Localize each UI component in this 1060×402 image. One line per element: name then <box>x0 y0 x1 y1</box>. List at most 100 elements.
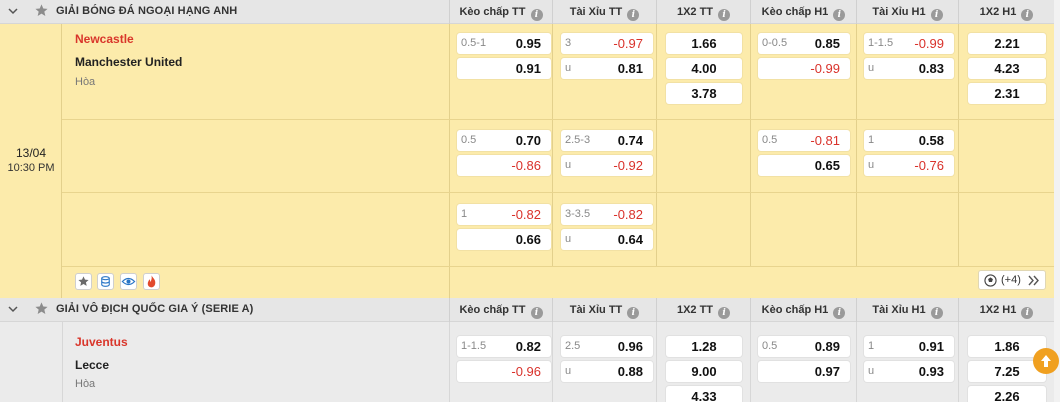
odds-1x2-tt[interactable]: 1.66 <box>666 33 742 54</box>
more-markets-count: (+4) <box>1001 274 1021 286</box>
odds-value: 4.23 <box>994 61 1020 76</box>
odds-hc-tt-home[interactable]: 1 -0.82 <box>457 204 551 225</box>
league-name: GIẢI BÓNG ĐÁ NGOẠI HẠNG ANH <box>56 5 238 17</box>
info-icon[interactable]: i <box>833 9 846 21</box>
odds-value: 2.31 <box>994 86 1020 101</box>
odds-ou-h1-under[interactable]: u 0.93 <box>864 361 954 382</box>
odds-ou-h1-under[interactable]: u -0.76 <box>864 155 954 176</box>
odds-value: 0.88 <box>617 364 643 379</box>
chevron-down-icon[interactable] <box>6 4 20 18</box>
odds-1x2-h1[interactable]: 2.31 <box>968 83 1046 104</box>
odds-value: -0.96 <box>511 364 541 379</box>
odds-hc-tt-away[interactable]: 0.91 <box>457 58 551 79</box>
odds-value: -0.76 <box>914 158 944 173</box>
info-icon[interactable]: i <box>530 307 543 319</box>
odds-ou-tt-under[interactable]: u 0.81 <box>561 58 653 79</box>
info-icon[interactable]: i <box>718 9 731 21</box>
odds-value: -0.99 <box>810 61 840 76</box>
more-markets-button[interactable]: (+4) <box>978 270 1046 290</box>
odds-line: 0.5 <box>461 134 477 146</box>
league-name: GIẢI VÔ ĐỊCH QUỐC GIA Ý (SERIE A) <box>56 303 254 315</box>
col-header-1x2-tt: 1X2 TT i <box>656 298 750 322</box>
draw-label: Hòa <box>75 76 96 88</box>
odds-hc-h1-home[interactable]: 0.5 0.89 <box>758 336 850 357</box>
odds-line: u <box>565 365 572 377</box>
odds-ou-tt-under[interactable]: u 0.88 <box>561 361 653 382</box>
watch-button[interactable] <box>120 273 137 290</box>
scroll-to-top-button[interactable] <box>1033 348 1059 374</box>
odds-line: 1-1.5 <box>868 37 894 49</box>
odds-value: 0.64 <box>617 232 643 247</box>
away-team[interactable]: Manchester United <box>75 55 182 69</box>
odds-1x2-tt[interactable]: 9.00 <box>666 361 742 382</box>
home-team[interactable]: Newcastle <box>75 32 134 46</box>
odds-hc-tt-home[interactable]: 1-1.5 0.82 <box>457 336 551 357</box>
double-chevron-right-icon <box>1028 275 1039 286</box>
col-header-hc-h1: Kèo chấp H1 i <box>750 298 856 322</box>
match-date: 13/04 <box>15 146 47 160</box>
stats-icon <box>101 276 110 287</box>
odds-line: 0.5 <box>762 340 778 352</box>
odds-hc-tt-home[interactable]: 0.5-1 0.95 <box>457 33 551 54</box>
chevron-down-icon[interactable] <box>6 302 20 316</box>
info-icon[interactable]: i <box>1021 307 1034 319</box>
odds-hc-tt-away[interactable]: 0.66 <box>457 229 551 250</box>
odds-ou-tt-over[interactable]: 3-3.5 -0.82 <box>561 204 653 225</box>
info-icon[interactable]: i <box>930 307 943 319</box>
odds-ou-tt-under[interactable]: u 0.64 <box>561 229 653 250</box>
odds-line: 2.5 <box>565 340 581 352</box>
arrow-up-icon <box>1041 355 1051 367</box>
odds-ou-tt-over[interactable]: 3 -0.97 <box>561 33 653 54</box>
odds-hc-tt-away[interactable]: -0.86 <box>457 155 551 176</box>
odds-ou-h1-over[interactable]: 1 0.91 <box>864 336 954 357</box>
odds-value: 0.74 <box>617 133 643 148</box>
odds-1x2-tt[interactable]: 4.33 <box>666 386 742 402</box>
odds-hc-tt-away[interactable]: -0.96 <box>457 361 551 382</box>
odds-hc-tt-home[interactable]: 0.5 0.70 <box>457 130 551 151</box>
odds-ou-tt-under[interactable]: u -0.92 <box>561 155 653 176</box>
info-icon[interactable]: i <box>930 9 943 21</box>
odds-value: 0.66 <box>515 232 541 247</box>
odds-value: 0.95 <box>515 36 541 51</box>
odds-value: -0.82 <box>613 207 643 222</box>
hot-button[interactable] <box>143 273 160 290</box>
odds-1x2-h1[interactable]: 2.26 <box>968 386 1046 402</box>
odds-1x2-tt[interactable]: 4.00 <box>666 58 742 79</box>
odds-hc-h1-away[interactable]: 0.97 <box>758 361 850 382</box>
star-icon <box>78 276 89 286</box>
info-icon[interactable]: i <box>833 307 846 319</box>
info-icon[interactable]: i <box>627 307 640 319</box>
info-icon[interactable]: i <box>1021 9 1034 21</box>
odds-hc-h1-home[interactable]: 0.5 -0.81 <box>758 130 850 151</box>
odds-ou-tt-over[interactable]: 2.5-3 0.74 <box>561 130 653 151</box>
odds-1x2-h1[interactable]: 2.21 <box>968 33 1046 54</box>
info-icon[interactable]: i <box>530 9 543 21</box>
league-header-serie-a[interactable]: GIẢI VÔ ĐỊCH QUỐC GIA Ý (SERIE A) Kèo ch… <box>0 298 1060 322</box>
info-icon[interactable]: i <box>627 9 640 21</box>
odds-ou-tt-over[interactable]: 2.5 0.96 <box>561 336 653 357</box>
odds-ou-h1-over[interactable]: 1 0.58 <box>864 130 954 151</box>
col-header-hc-tt: Kèo chấp TT i <box>449 298 552 322</box>
home-team[interactable]: Juventus <box>75 335 128 349</box>
stats-button[interactable] <box>97 273 114 290</box>
odds-hc-h1-away[interactable]: -0.99 <box>758 58 850 79</box>
odds-hc-h1-away[interactable]: 0.65 <box>758 155 850 176</box>
scrollbar[interactable] <box>1054 0 1060 402</box>
odds-1x2-tt[interactable]: 3.78 <box>666 83 742 104</box>
odds-1x2-tt[interactable]: 1.28 <box>666 336 742 357</box>
away-team[interactable]: Lecce <box>75 358 109 372</box>
odds-ou-h1-under[interactable]: u 0.83 <box>864 58 954 79</box>
odds-hc-h1-home[interactable]: 0-0.5 0.85 <box>758 33 850 54</box>
star-icon[interactable] <box>34 301 49 316</box>
odds-line: u <box>565 233 572 245</box>
odds-line: 0-0.5 <box>762 37 788 49</box>
league-header-epl[interactable]: GIẢI BÓNG ĐÁ NGOẠI HẠNG ANH Kèo chấp TT i… <box>0 0 1060 24</box>
odds-line: 0.5-1 <box>461 37 487 49</box>
odds-value: 0.89 <box>814 339 840 354</box>
odds-ou-h1-over[interactable]: 1-1.5 -0.99 <box>864 33 954 54</box>
info-icon[interactable]: i <box>718 307 731 319</box>
col-header-ou-tt: Tài Xỉu TT i <box>552 0 656 24</box>
odds-1x2-h1[interactable]: 4.23 <box>968 58 1046 79</box>
star-icon[interactable] <box>34 3 49 18</box>
favorite-button[interactable] <box>75 273 92 290</box>
